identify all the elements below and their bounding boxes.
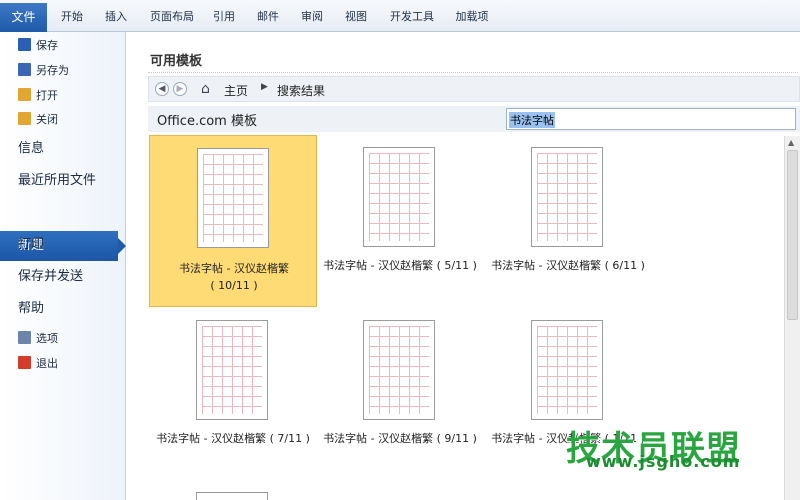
source-label: Office.com 模板	[157, 114, 257, 129]
template-thumbnail	[531, 320, 603, 420]
vertical-scrollbar[interactable]: ▲	[784, 136, 800, 500]
home-icon[interactable]: ⌂	[201, 81, 210, 97]
tab-home[interactable]: 开始	[56, 6, 88, 28]
template-caption: 书法字帖 - 汉仪赵楷繁 ( 7/11 )	[156, 432, 310, 445]
tab-insert[interactable]: 插入	[100, 6, 132, 28]
template-caption: 书法字帖 - 汉仪赵楷繁 ( 6/11 )	[491, 259, 645, 272]
template-thumbnail	[363, 320, 435, 420]
template-caption: 书法字帖 - 汉仪赵楷繁 ( 9/11 )	[323, 432, 477, 445]
nav-help[interactable]: 帮助	[18, 298, 44, 320]
template-card[interactable]: 书法字帖 - 汉仪赵楷繁 ( 5/11 )	[316, 135, 484, 307]
save-command[interactable]: 保存	[18, 36, 58, 56]
divider	[148, 72, 798, 73]
watermark-text: 技术员联盟	[566, 429, 741, 469]
template-card[interactable]: 书法字帖 - 汉仪赵楷繁 ( 7/11 )	[149, 308, 317, 480]
template-thumbnail	[196, 320, 268, 420]
template-thumbnail-partial	[196, 492, 268, 500]
watermark-logo: 技术员联盟 www.jsgho.com	[566, 430, 766, 471]
tab-review[interactable]: 审阅	[296, 6, 328, 28]
exit-command[interactable]: 退出	[18, 354, 58, 374]
ribbon-tab-bar: 文件 开始 插入 页面布局 引用 邮件 审阅 视图 开发工具 加载项	[0, 0, 800, 32]
template-caption: 书法字帖 - 汉仪赵楷繁 ( 10/11 )	[150, 260, 318, 294]
template-thumbnail	[363, 147, 435, 247]
template-card[interactable]: 书法字帖 - 汉仪赵楷繁 ( 6/11 )	[484, 135, 652, 307]
template-thumbnail	[197, 148, 269, 248]
search-text: 书法字帖	[509, 112, 555, 128]
save-as-icon	[18, 63, 31, 76]
breadcrumb-home[interactable]: 主页	[224, 82, 248, 99]
nav-recent[interactable]: 最近所用文件	[18, 170, 96, 192]
tab-developer[interactable]: 开发工具	[384, 6, 440, 28]
tab-references[interactable]: 引用	[208, 6, 240, 28]
open-command[interactable]: 打开	[18, 86, 58, 106]
back-arrow-icon[interactable]: ◀	[155, 82, 169, 96]
backstage-nav: 保存 另存为 打开 关闭 信息 最近所用文件 新建 打印 保存并发送 帮助 选项…	[0, 32, 126, 500]
template-card[interactable]: 书法字帖 - 汉仪赵楷繁 ( 10/11 )	[149, 135, 317, 307]
exit-icon	[18, 356, 31, 369]
nav-info[interactable]: 信息	[18, 138, 44, 160]
tab-add-ins[interactable]: 加载项	[450, 6, 494, 28]
tab-view[interactable]: 视图	[340, 6, 372, 28]
close-command[interactable]: 关闭	[18, 110, 58, 130]
breadcrumb-current: 搜索结果	[277, 84, 326, 98]
template-caption-line: 书法字帖 - 汉仪赵楷繁	[179, 262, 289, 275]
watermark-url: www.jsgho.com	[586, 452, 741, 471]
template-caption: 书法字帖 - 汉仪赵楷繁 ( 5/11 )	[323, 259, 477, 272]
forward-arrow-icon[interactable]: ▶	[173, 82, 187, 96]
template-card[interactable]: 书法字帖 - 汉仪赵楷繁 ( 9/11 )	[316, 308, 484, 480]
tab-file[interactable]: 文件	[0, 3, 47, 32]
chevron-right-icon: ▶	[261, 82, 268, 92]
office-com-bar: Office.com 模板 书法字帖 ➜	[148, 106, 800, 132]
scrollbar-thumb[interactable]	[787, 150, 798, 320]
template-caption-line: ( 10/11 )	[210, 279, 258, 292]
open-folder-icon	[18, 88, 31, 101]
close-folder-icon	[18, 112, 31, 125]
options-command[interactable]: 选项	[18, 329, 58, 349]
tab-page-layout[interactable]: 页面布局	[144, 6, 200, 28]
tab-mailings[interactable]: 邮件	[252, 6, 284, 28]
nav-print[interactable]: 打印	[18, 234, 44, 256]
template-search-input[interactable]: 书法字帖	[506, 108, 796, 130]
scroll-up-icon[interactable]: ▲	[788, 138, 794, 147]
template-thumbnail	[531, 147, 603, 247]
save-as-command[interactable]: 另存为	[18, 61, 69, 81]
nav-save-send[interactable]: 保存并发送	[18, 266, 83, 288]
options-icon	[18, 331, 31, 344]
section-title: 可用模板	[150, 54, 203, 69]
template-nav-bar: ◀ ▶ ⌂ 主页 ▶ 搜索结果	[148, 76, 800, 102]
save-icon	[18, 38, 31, 51]
